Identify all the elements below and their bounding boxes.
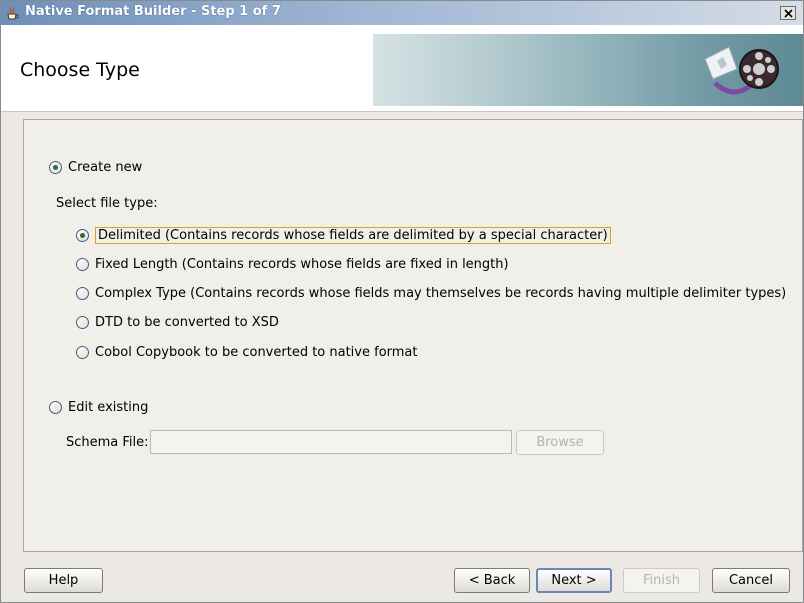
file-type-cobol-radio[interactable]: Cobol Copybook to be converted to native…	[76, 345, 418, 360]
cancel-button[interactable]: Cancel	[712, 568, 790, 593]
header-banner: Choose Type	[1, 25, 803, 112]
browse-button[interactable]: Browse	[516, 430, 604, 455]
file-type-fixed-length-radio[interactable]: Fixed Length (Contains records whose fie…	[76, 257, 509, 272]
back-button[interactable]: < Back	[454, 568, 530, 593]
radio-button[interactable]	[49, 401, 62, 414]
file-type-heading: Select file type:	[56, 196, 158, 211]
finish-button[interactable]: Finish	[623, 568, 700, 593]
file-type-dtd-label: DTD to be converted to XSD	[95, 315, 279, 330]
close-button[interactable]	[780, 6, 796, 20]
schema-file-input[interactable]	[150, 430, 512, 454]
java-cup-icon	[7, 6, 19, 20]
file-type-cobol-label: Cobol Copybook to be converted to native…	[95, 345, 418, 360]
help-button[interactable]: Help	[24, 568, 103, 593]
radio-button[interactable]	[76, 229, 89, 242]
file-type-dtd-radio[interactable]: DTD to be converted to XSD	[76, 315, 279, 330]
create-new-radio[interactable]: Create new	[49, 160, 142, 175]
file-type-complex-label: Complex Type (Contains records whose fie…	[95, 286, 787, 301]
content-panel	[23, 119, 803, 552]
schema-file-label: Schema File:	[66, 435, 149, 450]
next-button[interactable]: Next >	[536, 568, 612, 593]
title-bar[interactable]: Native Format Builder - Step 1 of 7	[1, 1, 803, 25]
close-icon	[784, 9, 793, 18]
radio-button[interactable]	[76, 316, 89, 329]
create-new-label: Create new	[68, 160, 143, 175]
file-type-delimited-label: Delimited (Contains records whose fields…	[95, 227, 611, 244]
format-builder-emblem-icon	[704, 46, 779, 95]
page-title: Choose Type	[20, 59, 140, 81]
radio-button[interactable]	[76, 346, 89, 359]
edit-existing-radio[interactable]: Edit existing	[49, 400, 148, 415]
file-type-delimited-radio[interactable]: Delimited (Contains records whose fields…	[76, 227, 611, 244]
radio-button[interactable]	[76, 287, 89, 300]
dialog-window: Native Format Builder - Step 1 of 7 Choo…	[0, 0, 804, 603]
file-type-fixed-length-label: Fixed Length (Contains records whose fie…	[95, 257, 509, 272]
window-title: Native Format Builder - Step 1 of 7	[25, 4, 281, 19]
radio-button[interactable]	[49, 161, 62, 174]
radio-button[interactable]	[76, 258, 89, 271]
edit-existing-label: Edit existing	[68, 400, 149, 415]
file-type-complex-radio[interactable]: Complex Type (Contains records whose fie…	[76, 286, 786, 301]
